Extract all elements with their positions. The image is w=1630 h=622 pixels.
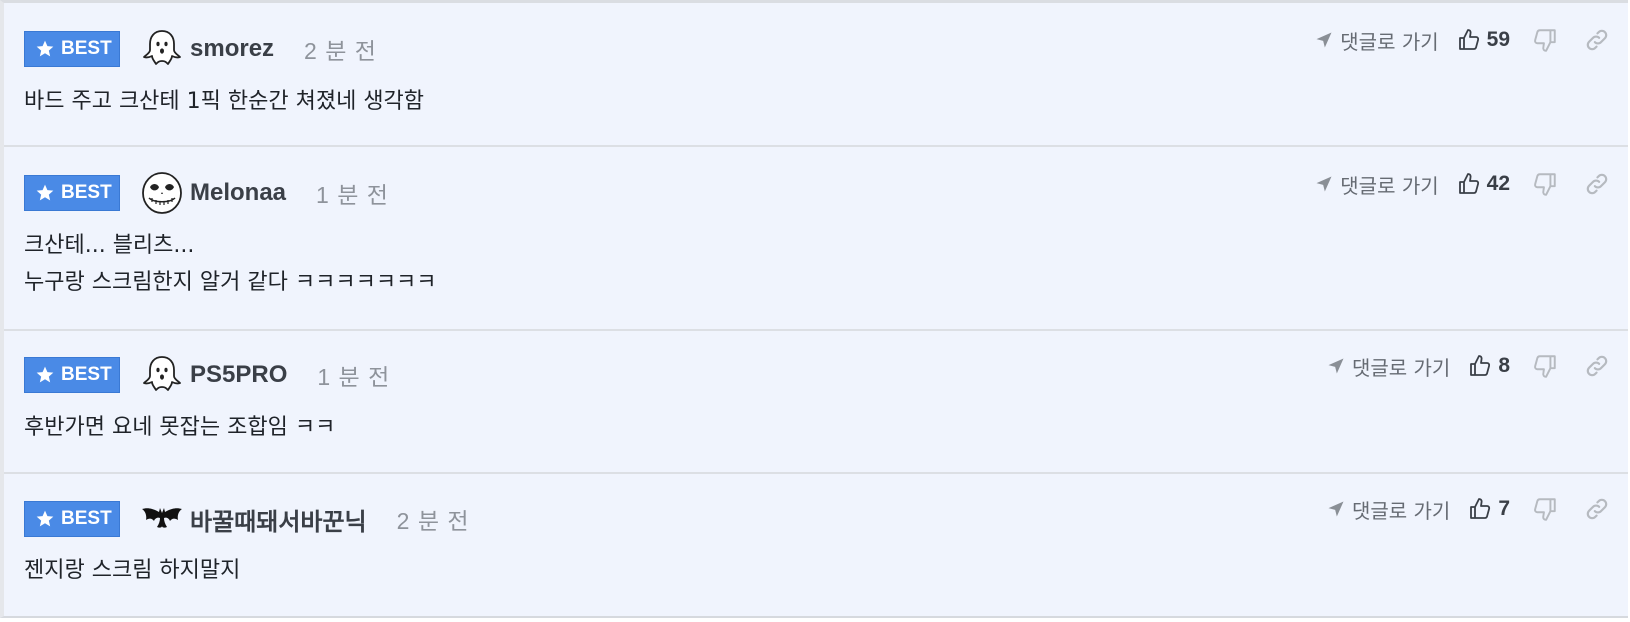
comment-line: 후반가면 요네 못잡는 조합임 ㅋㅋ xyxy=(24,415,336,440)
best-badge: BEST xyxy=(24,357,120,393)
thumbs-up-icon xyxy=(1458,29,1479,50)
comment-item: BEST Melonaa 1 분 전 크산테... 블리츠... 누구랑 스크림… xyxy=(4,147,1628,331)
like-button[interactable]: 7 xyxy=(1468,497,1510,521)
thumbs-up-icon xyxy=(1458,173,1479,194)
navigation-arrow-icon xyxy=(1328,501,1344,517)
thumbs-up-icon xyxy=(1470,498,1491,519)
like-count: 42 xyxy=(1486,172,1510,195)
link-icon[interactable] xyxy=(1584,496,1610,522)
bat-icon[interactable] xyxy=(140,497,184,541)
ghost-icon[interactable] xyxy=(140,27,184,71)
star-icon xyxy=(36,510,54,527)
skull-face-icon[interactable] xyxy=(140,171,184,215)
thumbs-up-icon xyxy=(1470,355,1491,376)
best-badge-label: BEST xyxy=(61,508,112,529)
comment-item: BEST 바꿀때돼서바꾼닉 2 분 전 젠지랑 스크림 하지말지 댓글로 가기 … xyxy=(4,474,1628,617)
comment-body: 바드 주고 크산테 1픽 한순간 쳐졌네 생각함 xyxy=(24,83,424,120)
comment-line: 바드 주고 크산테 1픽 한순간 쳐졌네 생각함 xyxy=(24,89,425,114)
star-icon xyxy=(36,366,54,383)
goto-comment-link[interactable]: 댓글로 가기 xyxy=(1326,352,1450,381)
timestamp: 2 분 전 xyxy=(304,38,377,64)
link-icon[interactable] xyxy=(1584,353,1610,379)
comment-actions: 댓글로 가기 42 xyxy=(1314,169,1610,199)
thumbs-down-icon[interactable] xyxy=(1532,353,1558,379)
ghost-icon[interactable] xyxy=(140,353,184,397)
link-icon[interactable] xyxy=(1584,171,1610,197)
comment-line: 누구랑 스크림한지 알거 같다 ㅋㅋㅋㅋㅋㅋㅋ xyxy=(24,270,437,295)
star-icon xyxy=(36,184,54,201)
comment-item: BEST PS5PRO 1 분 전 후반가면 요네 못잡는 조합임 ㅋㅋ 댓글로… xyxy=(4,331,1628,474)
like-button[interactable]: 8 xyxy=(1468,354,1510,378)
comment-actions: 댓글로 가기 59 xyxy=(1314,25,1610,55)
navigation-arrow-icon xyxy=(1328,358,1344,374)
best-badge: BEST xyxy=(24,31,120,67)
goto-comment-label: 댓글로 가기 xyxy=(1340,173,1439,198)
comment-body: 크산테... 블리츠... 누구랑 스크림한지 알거 같다 ㅋㅋㅋㅋㅋㅋㅋ xyxy=(24,227,437,301)
best-badge: BEST xyxy=(24,175,120,211)
comment-body: 젠지랑 스크림 하지말지 xyxy=(24,552,240,589)
star-icon xyxy=(36,40,54,57)
comment-line: 크산테... 블리츠... xyxy=(24,233,195,258)
username[interactable]: 바꿀때돼서바꾼닉 xyxy=(190,502,367,537)
best-badge: BEST xyxy=(24,501,120,537)
comment-actions: 댓글로 가기 8 xyxy=(1326,351,1610,381)
goto-comment-link[interactable]: 댓글로 가기 xyxy=(1314,170,1439,199)
comment-header: BEST smorez 2 분 전 xyxy=(24,30,377,68)
thumbs-down-icon[interactable] xyxy=(1532,171,1558,197)
goto-comment-label: 댓글로 가기 xyxy=(1340,29,1439,54)
best-badge-label: BEST xyxy=(61,182,112,203)
comment-header: BEST Melonaa 1 분 전 xyxy=(24,171,389,215)
comment-item: BEST smorez 2 분 전 바드 주고 크산테 1픽 한순간 쳐졌네 생… xyxy=(4,3,1628,147)
username[interactable]: PS5PRO xyxy=(190,361,287,389)
goto-comment-label: 댓글로 가기 xyxy=(1351,355,1451,380)
timestamp: 1 분 전 xyxy=(316,182,389,208)
username[interactable]: Melonaa xyxy=(190,179,286,207)
timestamp: 2 분 전 xyxy=(396,508,470,534)
best-badge-label: BEST xyxy=(61,38,112,59)
timestamp: 1 분 전 xyxy=(317,364,391,390)
link-icon[interactable] xyxy=(1584,27,1610,53)
thumbs-down-icon[interactable] xyxy=(1532,496,1558,522)
navigation-arrow-icon xyxy=(1316,176,1332,192)
goto-comment-link[interactable]: 댓글로 가기 xyxy=(1326,495,1450,524)
best-comments-list: BEST smorez 2 분 전 바드 주고 크산테 1픽 한순간 쳐졌네 생… xyxy=(0,0,1628,618)
like-count: 8 xyxy=(1498,354,1510,377)
like-button[interactable]: 42 xyxy=(1457,172,1510,196)
like-count: 59 xyxy=(1486,28,1510,51)
navigation-arrow-icon xyxy=(1316,32,1332,48)
comment-header: BEST 바꿀때돼서바꾼닉 2 분 전 xyxy=(24,500,470,538)
comment-header: BEST PS5PRO 1 분 전 xyxy=(24,356,390,394)
like-button[interactable]: 59 xyxy=(1457,28,1510,52)
comment-body: 후반가면 요네 못잡는 조합임 ㅋㅋ xyxy=(24,409,335,446)
comment-actions: 댓글로 가기 7 xyxy=(1326,494,1610,524)
comment-line: 젠지랑 스크림 하지말지 xyxy=(24,558,241,583)
goto-comment-label: 댓글로 가기 xyxy=(1351,498,1451,523)
best-badge-label: BEST xyxy=(61,364,112,385)
username[interactable]: smorez xyxy=(190,35,274,63)
like-count: 7 xyxy=(1498,497,1510,520)
thumbs-down-icon[interactable] xyxy=(1532,27,1558,53)
goto-comment-link[interactable]: 댓글로 가기 xyxy=(1314,26,1439,55)
